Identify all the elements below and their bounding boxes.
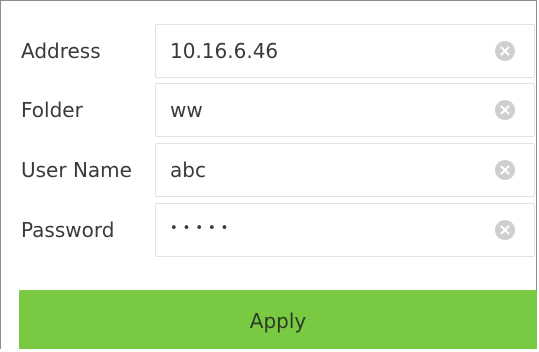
username-field[interactable]: abc (155, 143, 535, 197)
clear-x-icon (500, 165, 510, 175)
clear-icon[interactable] (495, 41, 515, 61)
apply-button[interactable]: Apply (19, 290, 537, 349)
password-label: Password (21, 218, 115, 242)
address-label: Address (21, 39, 101, 63)
apply-button-label: Apply (249, 309, 307, 333)
folder-field[interactable]: ww (155, 83, 535, 137)
address-field[interactable]: 10.16.6.46 (155, 24, 535, 78)
password-row: Password ••••• (1, 203, 538, 257)
folder-value[interactable]: ww (170, 84, 203, 136)
username-value[interactable]: abc (170, 144, 206, 196)
password-field[interactable]: ••••• (155, 203, 535, 257)
username-label: User Name (21, 158, 132, 182)
address-row: Address 10.16.6.46 (1, 24, 538, 78)
address-value[interactable]: 10.16.6.46 (170, 25, 278, 77)
username-row: User Name abc (1, 143, 538, 197)
folder-row: Folder ww (1, 83, 538, 137)
password-value[interactable]: ••••• (170, 204, 233, 256)
clear-x-icon (500, 225, 510, 235)
folder-label: Folder (21, 98, 83, 122)
clear-icon[interactable] (495, 220, 515, 240)
clear-x-icon (500, 46, 510, 56)
clear-x-icon (500, 105, 510, 115)
clear-icon[interactable] (495, 160, 515, 180)
clear-icon[interactable] (495, 100, 515, 120)
